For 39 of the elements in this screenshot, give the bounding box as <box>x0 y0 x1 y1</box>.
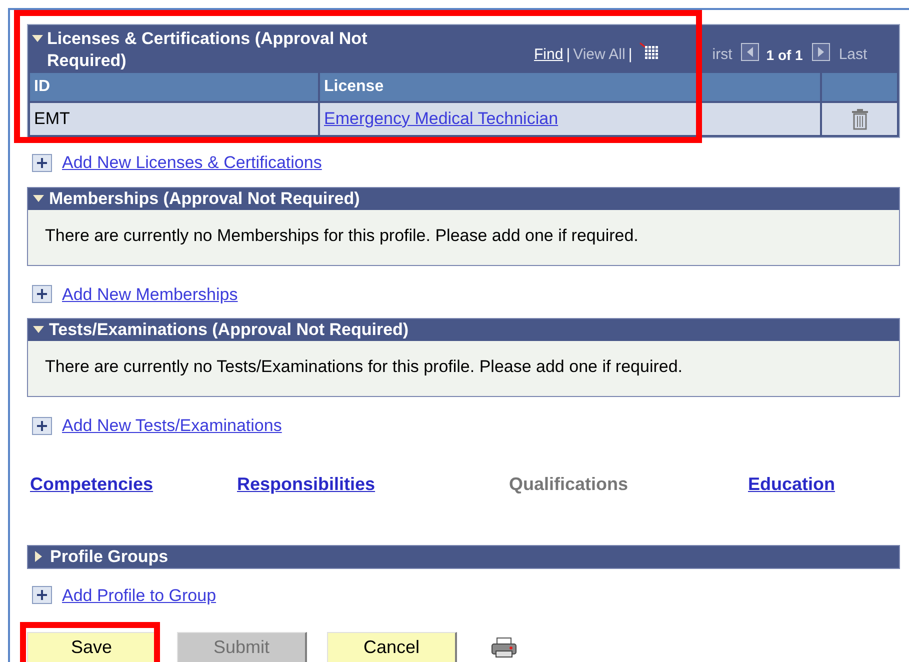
page-tab[interactable]: Qualifications <box>509 471 748 498</box>
plus-icon[interactable] <box>32 416 52 435</box>
last-label[interactable]: Last <box>838 44 868 66</box>
column-header: ID <box>30 73 318 101</box>
plus-icon[interactable] <box>32 586 52 604</box>
page-tab[interactable]: Education <box>748 471 836 498</box>
next-icon[interactable] <box>812 43 830 61</box>
trash-icon[interactable] <box>850 108 868 130</box>
action-button[interactable]: Save <box>27 632 157 662</box>
plus-icon[interactable] <box>32 154 52 172</box>
page-tab[interactable]: Responsibilities <box>237 471 509 498</box>
add-link[interactable]: Add New Tests/Examinations <box>62 413 282 438</box>
empty-message: There are currently no Tests/Examinations for this profile. Please add one if required. <box>44 356 684 378</box>
plus-icon[interactable] <box>32 285 52 304</box>
grid-icon[interactable] <box>639 42 660 60</box>
add-link[interactable]: Add New Memberships <box>62 282 238 307</box>
page-tab[interactable]: Competencies <box>30 471 237 498</box>
collapse-triangle-icon[interactable] <box>32 35 43 43</box>
separator: | <box>566 44 570 65</box>
empty-message: There are currently no Memberships for this profile. Please add one if required. <box>44 224 640 246</box>
section-title[interactable]: Memberships (Approval Not Required) <box>28 188 899 210</box>
find-link[interactable]: Find <box>534 44 564 66</box>
table-cell: EMT <box>30 103 318 135</box>
page-count: 1 of 1 <box>766 46 803 64</box>
column-header: License <box>320 73 820 101</box>
expand-triangle-icon[interactable] <box>35 551 43 562</box>
add-link[interactable]: Add New Licenses & Certifications <box>62 150 322 176</box>
first-label[interactable]: irst <box>712 44 732 66</box>
view-all-link[interactable]: View All <box>573 44 626 66</box>
previous-icon[interactable] <box>741 43 760 61</box>
section-title[interactable]: Profile Groups <box>27 544 900 568</box>
collapse-triangle-icon[interactable] <box>33 326 44 334</box>
section-title[interactable]: Tests/Examinations (Approval Not Required) <box>28 319 899 341</box>
action-button[interactable]: Cancel <box>327 632 457 662</box>
separator: | <box>628 44 632 65</box>
collapse-triangle-icon[interactable] <box>33 194 44 202</box>
printer-icon[interactable] <box>491 637 517 659</box>
section-title[interactable]: Licenses & Certifications (Approval Not Required) <box>32 28 412 72</box>
add-link[interactable]: Add Profile to Group <box>62 582 216 608</box>
